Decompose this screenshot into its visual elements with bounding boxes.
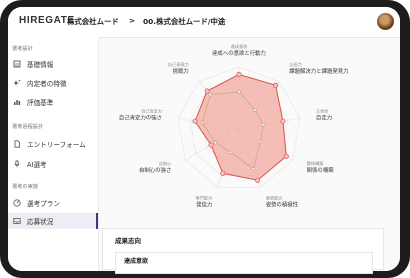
document-icon: [13, 140, 21, 148]
radar-axis-label: 自走力: [316, 113, 332, 121]
radar-chart: 達成意欲達成への意欲と行動力企画力課題解決力と課題発見力主体性自走力関係構築関係…: [119, 43, 349, 209]
radar-point: [220, 170, 226, 176]
sidebar-item-entry-form[interactable]: エントリーフォーム: [8, 136, 98, 152]
radar-axis-label: 姿勢の積極性: [266, 200, 299, 208]
sidebar-item-ai-screening[interactable]: AI選考: [8, 156, 98, 172]
radar-axis-category: 関係構築: [307, 160, 325, 167]
radar-axis-category: 意欲能力: [266, 194, 283, 201]
radar-point: [283, 153, 289, 159]
sidebar-item-label: エントリーフォーム: [27, 141, 86, 149]
radar-axis-category: 自己肯定力: [141, 107, 162, 114]
sidebar-section-execution: 選考の実施: [12, 184, 38, 190]
radar-axis-category: 企画力: [289, 61, 302, 68]
subcard-title: 達成意欲: [124, 258, 149, 265]
radar-axis-label: 自制心の強さ: [139, 166, 171, 174]
radar-point: [200, 120, 205, 125]
radar-axis-label: 達成への意欲と行動力: [212, 49, 266, 57]
radar-axis-category: 達成意欲: [231, 43, 249, 50]
user-avatar[interactable]: [377, 13, 394, 30]
radar-point: [258, 139, 263, 144]
radar-point: [261, 122, 266, 127]
sidebar-item-traits[interactable]: 内定者の特徴: [8, 75, 98, 91]
chart-icon: [13, 98, 21, 106]
sidebar-section-design: 選考設計: [12, 46, 33, 52]
radar-point: [237, 90, 241, 94]
radar-point: [255, 177, 261, 183]
radar-axis-label: 関係の構築: [307, 166, 335, 174]
radar-axis-label: 課題解決力と課題発見力: [289, 67, 348, 75]
radar-point: [280, 118, 286, 124]
radar-point: [228, 150, 233, 155]
sidebar-item-label: 内定者の特徴: [27, 80, 67, 88]
sidebar-item-criteria[interactable]: 評価基準: [8, 94, 98, 110]
radar-axis-label: 発信力: [196, 200, 212, 208]
competency-card: 成果志向 達成意欲: [102, 228, 384, 274]
sidebar: 選考設計 基礎情報 内定者の特徴 評価基準 選考過程設計 エントリーフォーム A…: [8, 37, 99, 271]
radar-axis-category: 自己表現力: [168, 61, 189, 68]
building-icon: [13, 60, 21, 68]
radar-point: [273, 82, 279, 88]
radar-point: [208, 142, 214, 148]
radar-point: [213, 140, 218, 145]
sidebar-item-label: 応募状況: [27, 218, 54, 226]
dashboard-icon: [13, 199, 21, 207]
radar-axis-category: 主体性: [316, 107, 329, 114]
card-title: 成果志向: [115, 237, 141, 245]
breadcrumb-company[interactable]: 株式会社ムード: [67, 16, 119, 27]
radar-point: [253, 108, 257, 112]
sidebar-item-selection-plan[interactable]: 選考プラン: [8, 195, 98, 211]
sidebar-item-basic-info[interactable]: 基礎情報: [8, 56, 98, 72]
competency-subcard[interactable]: 達成意欲: [115, 252, 373, 274]
radar-axis-category: 専門能力: [196, 194, 213, 201]
radar-point: [204, 88, 210, 94]
sidebar-item-application-status[interactable]: 応募状況: [8, 213, 98, 229]
sidebar-item-label: AI選考: [27, 161, 47, 169]
radar-axis-label: 自己肯定力の強さ: [119, 113, 162, 121]
radar-point: [208, 93, 213, 97]
breadcrumb-page: 00.株式会社ムード/中途: [143, 17, 226, 26]
radar-point: [236, 71, 242, 77]
radar-axis-category: 自制心: [159, 160, 172, 167]
radar-point: [192, 118, 198, 124]
inbox-icon: [13, 217, 21, 225]
mic-icon: [13, 160, 21, 168]
radar-axis-label: 挑戦力: [173, 67, 189, 75]
sidebar-item-label: 基礎情報: [27, 61, 54, 69]
sparkle-icon: [13, 79, 21, 87]
sidebar-section-process: 選考過程設計: [12, 124, 44, 130]
radar-point: [251, 166, 256, 171]
sidebar-item-label: 評価基準: [27, 99, 54, 107]
breadcrumb-separator: >: [129, 16, 136, 25]
sidebar-item-label: 選考プラン: [27, 200, 60, 208]
